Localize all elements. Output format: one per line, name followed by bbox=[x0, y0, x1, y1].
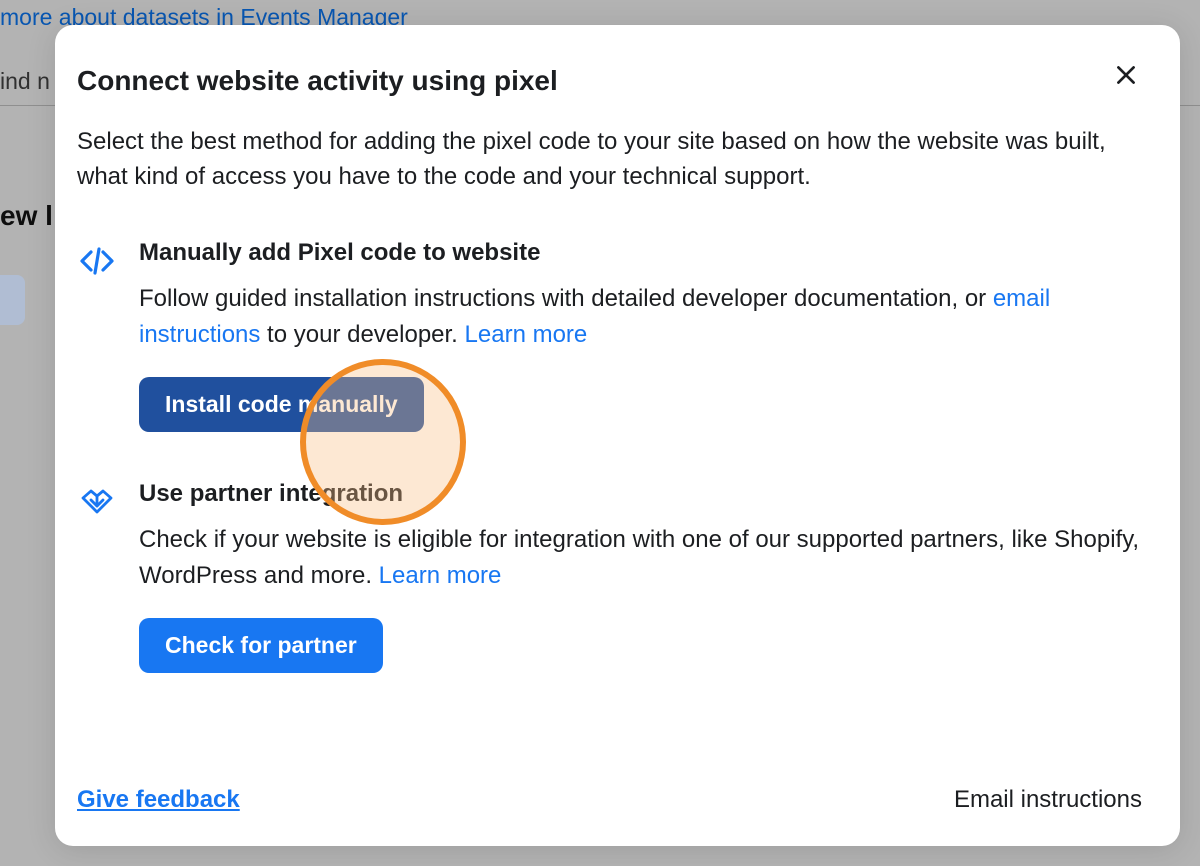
give-feedback-link[interactable]: Give feedback bbox=[77, 786, 240, 814]
option-manual-title: Manually add Pixel code to website bbox=[139, 239, 1142, 267]
connect-pixel-modal: Connect website activity using pixel Sel… bbox=[55, 25, 1180, 846]
modal-title: Connect website activity using pixel bbox=[77, 65, 558, 97]
option-partner-title: Use partner integration bbox=[139, 480, 1142, 508]
option-manual-text: Follow guided installation instructions … bbox=[139, 281, 1142, 353]
option-partner: Use partner integration Check if your we… bbox=[77, 480, 1142, 673]
close-icon bbox=[1113, 59, 1139, 96]
option-manual: Manually add Pixel code to website Follo… bbox=[77, 239, 1142, 432]
modal-description: Select the best method for adding the pi… bbox=[77, 125, 1142, 195]
handshake-icon bbox=[77, 482, 117, 522]
check-for-partner-button[interactable]: Check for partner bbox=[139, 618, 383, 673]
close-button[interactable] bbox=[1110, 61, 1142, 93]
learn-more-partner-link[interactable]: Learn more bbox=[379, 562, 502, 589]
option-partner-text: Check if your website is eligible for in… bbox=[139, 522, 1142, 594]
code-icon bbox=[77, 241, 117, 281]
option-partner-content: Use partner integration Check if your we… bbox=[139, 480, 1142, 673]
install-code-manually-button[interactable]: Install code manually bbox=[139, 377, 424, 432]
modal-footer: Give feedback Email instructions bbox=[77, 764, 1142, 814]
email-instructions-button[interactable]: Email instructions bbox=[954, 786, 1142, 814]
learn-more-manual-link[interactable]: Learn more bbox=[465, 321, 588, 348]
modal-header: Connect website activity using pixel bbox=[77, 65, 1142, 97]
option-manual-content: Manually add Pixel code to website Follo… bbox=[139, 239, 1142, 432]
